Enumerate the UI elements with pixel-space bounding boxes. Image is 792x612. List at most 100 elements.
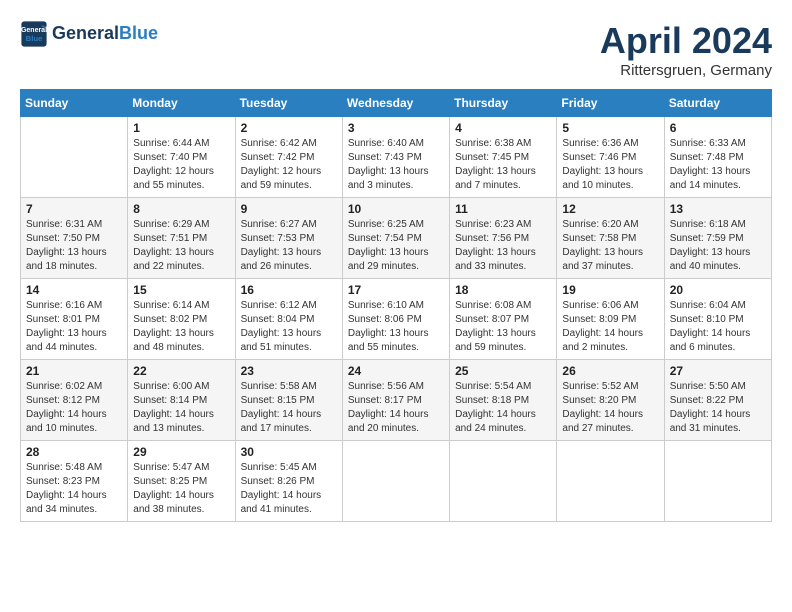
day-number: 29 (133, 445, 229, 459)
day-info: Sunrise: 6:08 AM Sunset: 8:07 PM Dayligh… (455, 299, 551, 355)
calendar-cell: 11 Sunrise: 6:23 AM Sunset: 7:56 PM Dayli… (450, 198, 557, 279)
calendar-cell: 4 Sunrise: 6:38 AM Sunset: 7:45 PM Daylig… (450, 117, 557, 198)
day-info: Sunrise: 5:58 AM Sunset: 8:15 PM Dayligh… (241, 380, 337, 436)
day-info: Sunrise: 6:23 AM Sunset: 7:56 PM Dayligh… (455, 218, 551, 274)
day-header-monday: Monday (128, 90, 235, 117)
day-info: Sunrise: 6:25 AM Sunset: 7:54 PM Dayligh… (348, 218, 444, 274)
calendar-body: 1 Sunrise: 6:44 AM Sunset: 7:40 PM Daylig… (21, 117, 772, 522)
day-info: Sunrise: 6:16 AM Sunset: 8:01 PM Dayligh… (26, 299, 122, 355)
calendar-cell: 9 Sunrise: 6:27 AM Sunset: 7:53 PM Daylig… (235, 198, 342, 279)
calendar-table: SundayMondayTuesdayWednesdayThursdayFrid… (20, 89, 772, 522)
day-info: Sunrise: 6:00 AM Sunset: 8:14 PM Dayligh… (133, 380, 229, 436)
calendar-cell: 30 Sunrise: 5:45 AM Sunset: 8:26 PM Dayli… (235, 441, 342, 522)
day-info: Sunrise: 6:33 AM Sunset: 7:48 PM Dayligh… (670, 137, 766, 193)
header: General Blue GeneralBlue April 2024 Ritt… (20, 20, 772, 79)
day-header-thursday: Thursday (450, 90, 557, 117)
day-number: 16 (241, 283, 337, 297)
day-number: 26 (562, 364, 658, 378)
day-number: 1 (133, 121, 229, 135)
day-number: 28 (26, 445, 122, 459)
calendar-cell (664, 441, 771, 522)
day-info: Sunrise: 6:06 AM Sunset: 8:09 PM Dayligh… (562, 299, 658, 355)
day-number: 3 (348, 121, 444, 135)
calendar-cell (557, 441, 664, 522)
day-info: Sunrise: 6:12 AM Sunset: 8:04 PM Dayligh… (241, 299, 337, 355)
day-info: Sunrise: 6:20 AM Sunset: 7:58 PM Dayligh… (562, 218, 658, 274)
day-number: 21 (26, 364, 122, 378)
day-number: 7 (26, 202, 122, 216)
day-number: 30 (241, 445, 337, 459)
day-number: 12 (562, 202, 658, 216)
calendar-cell: 28 Sunrise: 5:48 AM Sunset: 8:23 PM Dayli… (21, 441, 128, 522)
calendar-cell: 12 Sunrise: 6:20 AM Sunset: 7:58 PM Dayli… (557, 198, 664, 279)
calendar-week-row: 7 Sunrise: 6:31 AM Sunset: 7:50 PM Daylig… (21, 198, 772, 279)
calendar-cell (21, 117, 128, 198)
calendar-cell: 24Sunrise: 5:56 AM Sunset: 8:17 PM Dayli… (342, 360, 449, 441)
day-info: Sunrise: 5:45 AM Sunset: 8:26 PM Dayligh… (241, 461, 337, 517)
calendar-cell: 3 Sunrise: 6:40 AM Sunset: 7:43 PM Daylig… (342, 117, 449, 198)
day-number: 10 (348, 202, 444, 216)
calendar-cell: 1 Sunrise: 6:44 AM Sunset: 7:40 PM Daylig… (128, 117, 235, 198)
day-info: Sunrise: 6:27 AM Sunset: 7:53 PM Dayligh… (241, 218, 337, 274)
day-number: 19 (562, 283, 658, 297)
logo-icon: General Blue (20, 20, 48, 48)
day-number: 5 (562, 121, 658, 135)
calendar-cell: 15Sunrise: 6:14 AM Sunset: 8:02 PM Dayli… (128, 279, 235, 360)
day-info: Sunrise: 6:02 AM Sunset: 8:12 PM Dayligh… (26, 380, 122, 436)
calendar-cell: 25 Sunrise: 5:54 AM Sunset: 8:18 PM Dayli… (450, 360, 557, 441)
calendar-cell: 13Sunrise: 6:18 AM Sunset: 7:59 PM Dayli… (664, 198, 771, 279)
day-info: Sunrise: 5:47 AM Sunset: 8:25 PM Dayligh… (133, 461, 229, 517)
day-number: 9 (241, 202, 337, 216)
day-header-tuesday: Tuesday (235, 90, 342, 117)
day-info: Sunrise: 5:56 AM Sunset: 8:17 PM Dayligh… (348, 380, 444, 436)
calendar-cell (450, 441, 557, 522)
calendar-cell: 6Sunrise: 6:33 AM Sunset: 7:48 PM Daylig… (664, 117, 771, 198)
calendar-header-row: SundayMondayTuesdayWednesdayThursdayFrid… (21, 90, 772, 117)
day-info: Sunrise: 6:18 AM Sunset: 7:59 PM Dayligh… (670, 218, 766, 274)
calendar-cell: 26 Sunrise: 5:52 AM Sunset: 8:20 PM Dayli… (557, 360, 664, 441)
calendar-cell: 10 Sunrise: 6:25 AM Sunset: 7:54 PM Dayli… (342, 198, 449, 279)
calendar-cell: 14 Sunrise: 6:16 AM Sunset: 8:01 PM Dayli… (21, 279, 128, 360)
svg-text:Blue: Blue (26, 34, 43, 43)
day-info: Sunrise: 6:38 AM Sunset: 7:45 PM Dayligh… (455, 137, 551, 193)
calendar-cell: 29 Sunrise: 5:47 AM Sunset: 8:25 PM Dayli… (128, 441, 235, 522)
day-number: 17 (348, 283, 444, 297)
day-number: 14 (26, 283, 122, 297)
day-info: Sunrise: 6:10 AM Sunset: 8:06 PM Dayligh… (348, 299, 444, 355)
day-info: Sunrise: 5:52 AM Sunset: 8:20 PM Dayligh… (562, 380, 658, 436)
calendar-cell: 23 Sunrise: 5:58 AM Sunset: 8:15 PM Dayli… (235, 360, 342, 441)
day-number: 2 (241, 121, 337, 135)
calendar-week-row: 28 Sunrise: 5:48 AM Sunset: 8:23 PM Dayli… (21, 441, 772, 522)
calendar-cell: 27 Sunrise: 5:50 AM Sunset: 8:22 PM Dayli… (664, 360, 771, 441)
day-number: 8 (133, 202, 229, 216)
day-info: Sunrise: 6:40 AM Sunset: 7:43 PM Dayligh… (348, 137, 444, 193)
calendar-cell: 18 Sunrise: 6:08 AM Sunset: 8:07 PM Dayli… (450, 279, 557, 360)
day-header-friday: Friday (557, 90, 664, 117)
logo: General Blue GeneralBlue (20, 20, 158, 48)
day-info: Sunrise: 6:44 AM Sunset: 7:40 PM Dayligh… (133, 137, 229, 193)
title-area: April 2024 Rittersgruen, Germany (600, 20, 772, 79)
day-number: 18 (455, 283, 551, 297)
day-info: Sunrise: 6:31 AM Sunset: 7:50 PM Dayligh… (26, 218, 122, 274)
day-info: Sunrise: 5:54 AM Sunset: 8:18 PM Dayligh… (455, 380, 551, 436)
calendar-cell (342, 441, 449, 522)
calendar-cell: 20Sunrise: 6:04 AM Sunset: 8:10 PM Dayli… (664, 279, 771, 360)
calendar-cell: 17 Sunrise: 6:10 AM Sunset: 8:06 PM Dayli… (342, 279, 449, 360)
calendar-cell: 19 Sunrise: 6:06 AM Sunset: 8:09 PM Dayli… (557, 279, 664, 360)
day-number: 11 (455, 202, 551, 216)
calendar-cell: 8Sunrise: 6:29 AM Sunset: 7:51 PM Daylig… (128, 198, 235, 279)
day-number: 23 (241, 364, 337, 378)
svg-text:General: General (21, 27, 47, 34)
day-info: Sunrise: 6:42 AM Sunset: 7:42 PM Dayligh… (241, 137, 337, 193)
day-number: 15 (133, 283, 229, 297)
day-number: 27 (670, 364, 766, 378)
day-info: Sunrise: 6:04 AM Sunset: 8:10 PM Dayligh… (670, 299, 766, 355)
day-number: 4 (455, 121, 551, 135)
day-header-sunday: Sunday (21, 90, 128, 117)
calendar-cell: 21 Sunrise: 6:02 AM Sunset: 8:12 PM Dayli… (21, 360, 128, 441)
day-number: 25 (455, 364, 551, 378)
day-header-wednesday: Wednesday (342, 90, 449, 117)
day-info: Sunrise: 5:48 AM Sunset: 8:23 PM Dayligh… (26, 461, 122, 517)
day-info: Sunrise: 5:50 AM Sunset: 8:22 PM Dayligh… (670, 380, 766, 436)
day-number: 22 (133, 364, 229, 378)
